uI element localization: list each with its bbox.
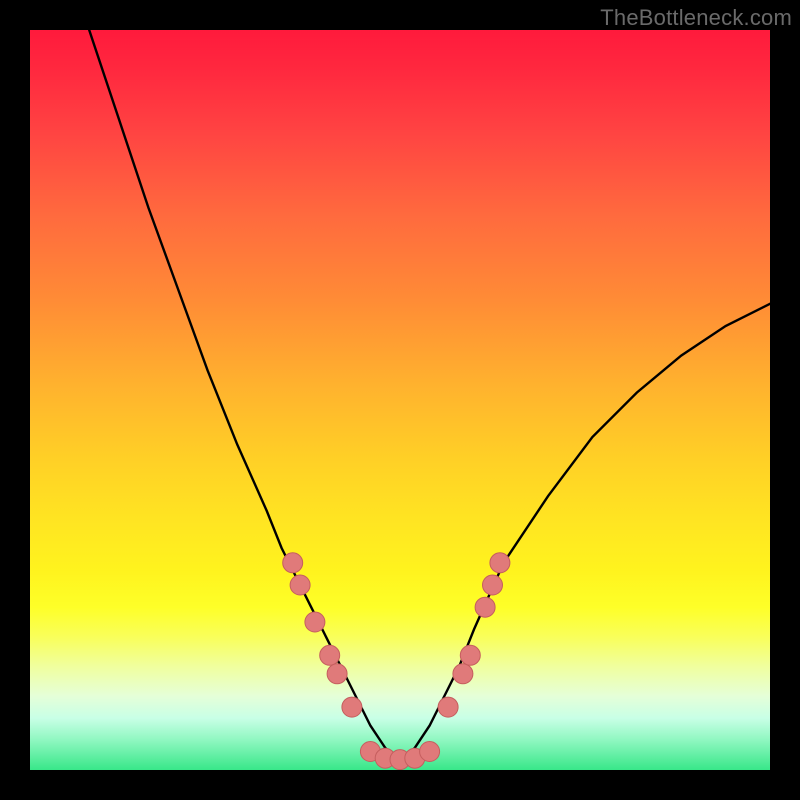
plot-area (30, 30, 770, 770)
marker-left-3 (320, 645, 340, 665)
outer-frame: TheBottleneck.com (0, 0, 800, 800)
marker-layer (283, 553, 510, 770)
marker-right-0 (438, 697, 458, 717)
marker-right-2 (460, 645, 480, 665)
marker-left-2 (305, 612, 325, 632)
marker-left-4 (327, 664, 347, 684)
watermark-text: TheBottleneck.com (600, 5, 792, 31)
marker-right-4 (483, 575, 503, 595)
chart-svg (30, 30, 770, 770)
marker-left-0 (283, 553, 303, 573)
marker-left-1 (290, 575, 310, 595)
marker-right-3 (475, 597, 495, 617)
marker-right-5 (490, 553, 510, 573)
marker-left-5 (342, 697, 362, 717)
curve-layer (89, 30, 770, 763)
marker-right-1 (453, 664, 473, 684)
bottleneck-curve (89, 30, 770, 763)
marker-bottom-4 (420, 742, 440, 762)
